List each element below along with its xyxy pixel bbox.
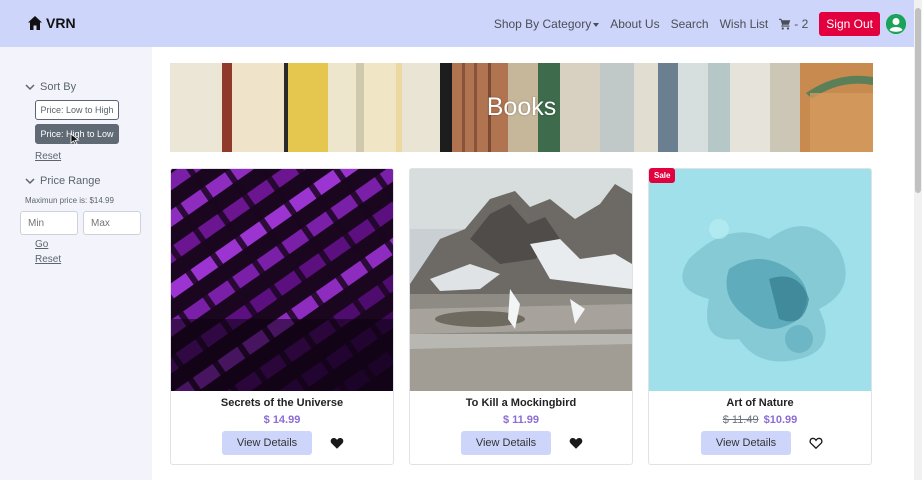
view-details-button[interactable]: View Details bbox=[701, 431, 791, 455]
nav-shop-by-category-label: Shop By Category bbox=[493, 17, 592, 31]
navbar: VRN Shop By Category About Us Search Wis… bbox=[0, 0, 914, 47]
heart-filled-icon[interactable] bbox=[330, 436, 344, 450]
category-banner: Books bbox=[170, 63, 873, 152]
sort-reset-link[interactable]: Reset bbox=[35, 151, 61, 162]
nav-links: Shop By Category About Us Search Wish Li… bbox=[494, 12, 906, 36]
price-go-link[interactable]: Go bbox=[35, 239, 48, 250]
scrollbar-thumb[interactable] bbox=[915, 8, 921, 193]
dropdown-caret-icon bbox=[593, 22, 600, 27]
chevron-down-icon bbox=[25, 84, 35, 91]
cart-icon bbox=[779, 18, 791, 30]
min-price-input[interactable] bbox=[20, 211, 78, 235]
product-card: To Kill a Mockingbird $ 11.99 View Detai… bbox=[409, 168, 633, 465]
product-old-price: $ 11.49 bbox=[722, 414, 759, 426]
home-icon bbox=[28, 16, 42, 30]
product-image[interactable] bbox=[410, 169, 632, 391]
product-card: Secrets of the Universe $ 14.99 View Det… bbox=[170, 168, 394, 465]
sale-badge: Sale bbox=[649, 168, 676, 183]
nav-wish-list[interactable]: Wish List bbox=[720, 17, 769, 31]
product-price: $ 11.99 bbox=[410, 414, 632, 426]
max-price-input[interactable] bbox=[83, 211, 141, 235]
brand-name: VRN bbox=[46, 15, 76, 31]
heart-outline-icon[interactable] bbox=[809, 436, 823, 450]
brand-link[interactable]: VRN bbox=[27, 15, 76, 31]
product-title[interactable]: Art of Nature bbox=[649, 397, 871, 409]
user-avatar-icon bbox=[886, 14, 906, 34]
nav-shop-by-category[interactable]: Shop By Category bbox=[493, 17, 600, 31]
nav-about-us[interactable]: About Us bbox=[610, 17, 659, 31]
price-range-heading: Price Range bbox=[40, 175, 101, 187]
sort-by-toggle[interactable]: Sort By bbox=[25, 81, 76, 93]
banner-title: Books bbox=[486, 93, 557, 121]
mouse-cursor-icon bbox=[70, 133, 80, 145]
product-title[interactable]: Secrets of the Universe bbox=[171, 397, 393, 409]
user-avatar[interactable] bbox=[886, 14, 906, 34]
cart-count: - 2 bbox=[794, 17, 809, 31]
product-title[interactable]: To Kill a Mockingbird bbox=[410, 397, 632, 409]
sort-low-to-high-button[interactable]: Price: Low to High bbox=[35, 100, 119, 120]
product-current-price: $10.99 bbox=[763, 414, 798, 426]
view-details-button[interactable]: View Details bbox=[461, 431, 551, 455]
product-image[interactable] bbox=[649, 169, 871, 391]
heart-filled-icon[interactable] bbox=[569, 436, 583, 450]
product-current-price: $ 11.99 bbox=[502, 414, 540, 426]
product-price: $ 11.49 $10.99 bbox=[649, 414, 871, 426]
sign-out-button[interactable]: Sign Out bbox=[819, 12, 880, 36]
filter-sidebar: Sort By Price: Low to High Price: High t… bbox=[0, 47, 152, 480]
chevron-down-icon bbox=[25, 178, 35, 185]
nav-search[interactable]: Search bbox=[671, 17, 709, 31]
product-image[interactable] bbox=[171, 169, 393, 391]
product-current-price: $ 14.99 bbox=[263, 414, 301, 426]
view-details-button[interactable]: View Details bbox=[222, 431, 312, 455]
product-price: $ 14.99 bbox=[171, 414, 393, 426]
price-range-toggle[interactable]: Price Range bbox=[25, 175, 101, 187]
max-price-note: Maximun price is: $14.99 bbox=[25, 196, 114, 205]
sort-by-heading: Sort By bbox=[40, 81, 77, 93]
product-card: Art of Nature $ 11.49 $10.99 View Details bbox=[648, 168, 872, 465]
price-reset-link[interactable]: Reset bbox=[35, 254, 61, 265]
nav-cart[interactable]: - 2 bbox=[779, 17, 808, 31]
page-scrollbar[interactable] bbox=[914, 0, 922, 480]
